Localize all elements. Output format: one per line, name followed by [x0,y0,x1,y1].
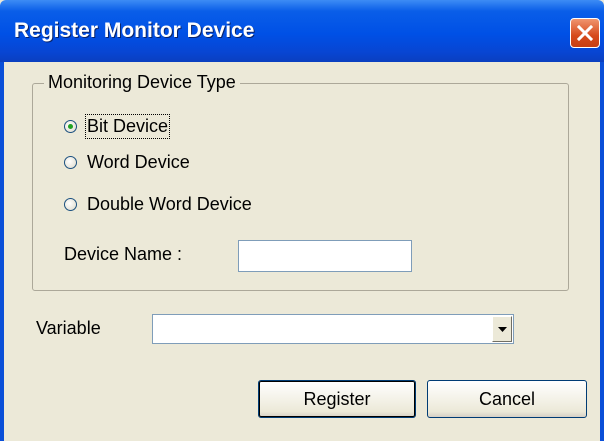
radio-bit-device[interactable]: Bit Device [64,113,171,139]
radio-label: Word Device [87,151,190,172]
cancel-button[interactable]: Cancel [427,380,587,418]
device-name-input[interactable] [238,240,412,272]
chevron-down-icon [498,327,507,332]
variable-dropdown-button[interactable] [492,316,512,342]
variable-combobox[interactable] [152,314,514,344]
dialog-title: Register Monitor Device [14,19,255,42]
register-button[interactable]: Register [258,380,416,418]
groupbox-legend: Monitoring Device Type [44,72,240,93]
window-frame-right [600,62,604,441]
register-monitor-device-dialog: Register Monitor Device Monitoring Devic… [0,0,604,441]
radio-label: Bit Device [84,113,171,139]
radio-button[interactable] [64,155,77,169]
close-button[interactable] [570,18,600,48]
radio-word-device[interactable]: Word Device [64,151,190,173]
close-icon [576,24,594,42]
radio-button[interactable] [64,197,77,211]
variable-label: Variable [36,318,101,338]
title-bar[interactable]: Register Monitor Device [0,0,604,62]
radio-double-word-device[interactable]: Double Word Device [64,193,252,215]
window-frame-left [0,62,4,441]
radio-label: Double Word Device [87,193,252,214]
radio-button-selected[interactable] [64,119,77,133]
device-name-label: Device Name : [64,244,183,264]
